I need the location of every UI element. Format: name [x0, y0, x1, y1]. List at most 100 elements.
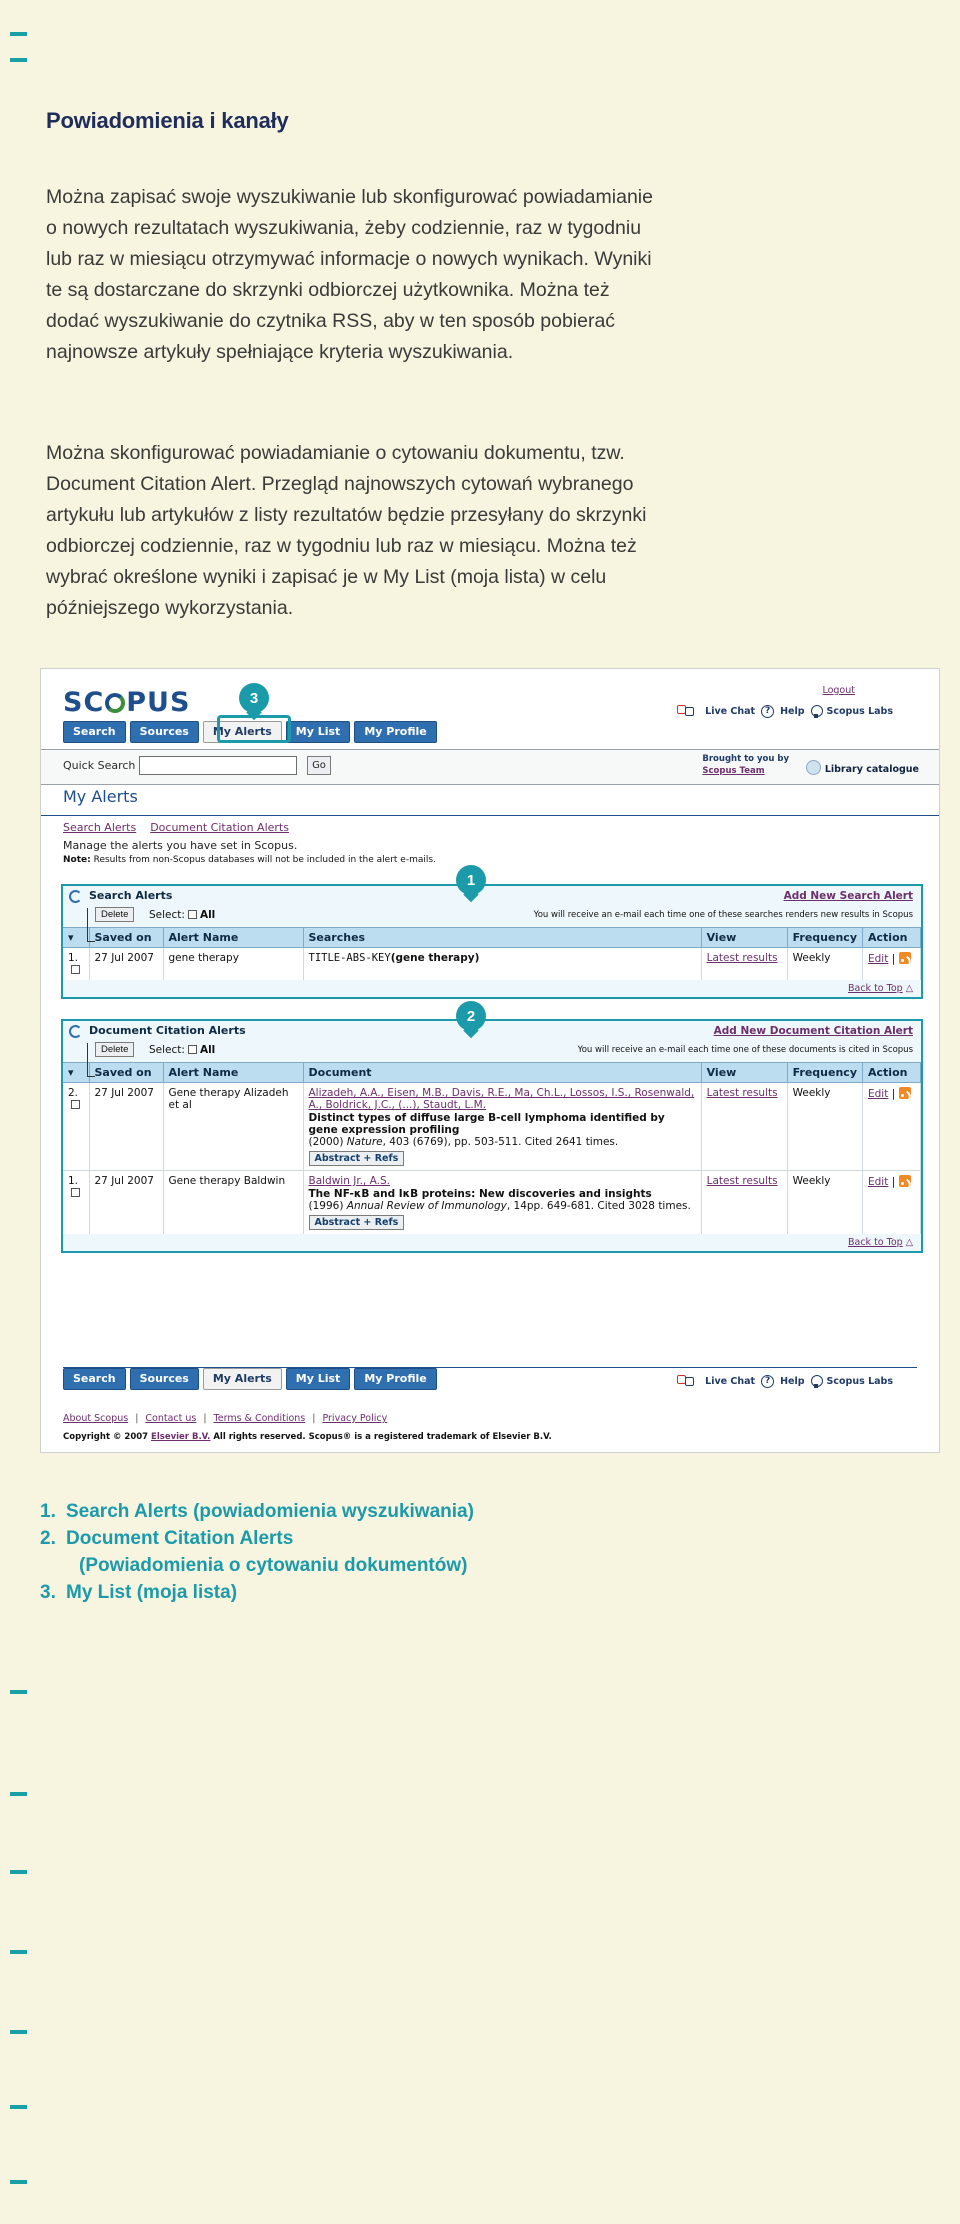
col-frequency[interactable]: Frequency	[786, 927, 864, 948]
tab-my-profile[interactable]: My Profile	[354, 721, 437, 743]
row-checkbox[interactable]	[71, 965, 80, 974]
latest-results-link[interactable]: Latest results	[707, 1175, 778, 1187]
tab-sources[interactable]: Sources	[129, 721, 199, 743]
subnav-search-alerts[interactable]: Search Alerts	[63, 821, 136, 834]
cell-frequency: Weekly	[786, 1082, 864, 1171]
cell-alert-name: Gene therapy Baldwin	[162, 1170, 304, 1234]
col-document[interactable]: Document	[302, 1062, 702, 1083]
citation-alerts-panel-title: Document Citation Alerts Add New Documen…	[63, 1021, 921, 1041]
logout-link[interactable]: Logout	[822, 685, 855, 696]
footer-link-about-scopus[interactable]: About Scopus	[63, 1413, 128, 1424]
document-source: (2000) Nature, 403 (6769), pp. 503-511. …	[308, 1136, 619, 1148]
table-row: 1. 27 Jul 2007 Gene therapy Baldwin Bald…	[63, 1170, 921, 1234]
edit-link[interactable]: Edit	[868, 953, 888, 965]
col-alert-name[interactable]: Alert Name	[162, 1062, 304, 1083]
document-title: The NF-κB and IκB proteins: New discover…	[308, 1188, 652, 1200]
footer-tab-sources[interactable]: Sources	[129, 1368, 199, 1390]
intro-paragraph-1: Można zapisać swoje wyszukiwanie lub sko…	[46, 186, 653, 363]
tab-my-list[interactable]: My List	[285, 721, 351, 743]
col-sort-handle[interactable]: ▾	[63, 1062, 90, 1083]
footer-link-privacy[interactable]: Privacy Policy	[322, 1413, 387, 1424]
col-saved-on[interactable]: Saved on	[88, 927, 164, 948]
rss-feed-icon[interactable]	[898, 952, 911, 964]
quick-search-input[interactable]	[139, 756, 297, 775]
copyright-text: Copyright © 2007 Elsevier B.V. All right…	[63, 1432, 552, 1442]
cell-alert-name: gene therapy	[162, 947, 304, 980]
footer-link-terms[interactable]: Terms & Conditions	[214, 1413, 306, 1424]
scopus-team-link[interactable]: Scopus Team	[702, 766, 764, 776]
select-all-checkbox[interactable]	[187, 910, 197, 919]
author-links[interactable]: Baldwin Jr., A.S.	[309, 1175, 391, 1187]
select-all-citation-alerts[interactable]: Select: All	[149, 1044, 215, 1056]
help-question-icon: ?	[761, 705, 775, 718]
cell-saved-on: 27 Jul 2007	[88, 1082, 164, 1171]
footer-utility-links: Live Chat ? Help Scopus Labs	[677, 1375, 893, 1388]
document-source: (1996) Annual Review of Immunology, 14pp…	[308, 1200, 691, 1212]
col-view[interactable]: View	[700, 927, 788, 948]
list-item: 1. Search Alerts (powiadomienia wyszukiwa…	[40, 1501, 474, 1522]
select-all-search-alerts[interactable]: Select: All	[149, 909, 215, 921]
col-action[interactable]: Action	[862, 927, 921, 948]
page-root: Powiadomienia i kanały Można zapisać swo…	[0, 0, 960, 2224]
scopus-labs-label[interactable]: Scopus Labs	[827, 706, 893, 717]
decor-dash	[10, 58, 27, 62]
library-catalogue[interactable]: Library catalogue	[805, 760, 919, 775]
elsevier-link[interactable]: Elsevier B.V.	[151, 1432, 210, 1442]
footer-tab-my-list[interactable]: My List	[285, 1368, 351, 1390]
select-all-checkbox[interactable]	[187, 1045, 197, 1054]
col-action[interactable]: Action	[862, 1062, 921, 1083]
help-label[interactable]: Help	[780, 706, 804, 717]
cell-searches: TITLE-ABS-KEY(gene therapy)	[302, 947, 702, 980]
scopus-labs-label[interactable]: Scopus Labs	[827, 1376, 893, 1387]
edit-link[interactable]: Edit	[868, 1176, 888, 1188]
row-index: 1.	[63, 1170, 90, 1234]
help-question-icon: ?	[761, 1375, 775, 1388]
rss-feed-icon[interactable]	[898, 1087, 911, 1099]
scopus-logo-o-icon	[105, 693, 126, 713]
cell-saved-on: 27 Jul 2007	[88, 1170, 164, 1234]
rss-feed-icon[interactable]	[898, 1175, 911, 1187]
edit-link[interactable]: Edit	[868, 1088, 888, 1100]
cell-action: Edit |	[862, 1170, 921, 1234]
list-item: 2. Document Citation Alerts (Powiadomienia…	[40, 1528, 468, 1576]
delete-search-alert-button[interactable]: Delete	[95, 907, 135, 922]
row-checkbox[interactable]	[71, 1100, 80, 1109]
citation-alerts-controls: Delete Select: All You will receive an e-…	[63, 1041, 921, 1077]
page-title: Powiadomienia i kanały	[46, 108, 289, 133]
cell-document: Alizadeh, A.A., Eisen, M.B., Davis, R.E.…	[302, 1082, 702, 1171]
col-alert-name[interactable]: Alert Name	[162, 927, 304, 948]
abstract-refs-button[interactable]: Abstract + Refs	[308, 1151, 405, 1166]
abstract-refs-button[interactable]: Abstract + Refs	[308, 1215, 405, 1230]
help-label[interactable]: Help	[780, 1376, 804, 1387]
note-text: Results from non-Scopus databases will n…	[93, 855, 436, 865]
row-checkbox[interactable]	[71, 1188, 80, 1197]
search-alerts-controls: Delete Select: All You will receive an e-…	[63, 906, 921, 942]
add-new-document-citation-alert-link[interactable]: Add New Document Citation Alert	[714, 1025, 913, 1037]
col-saved-on[interactable]: Saved on	[88, 1062, 164, 1083]
footer-tab-search[interactable]: Search	[63, 1368, 126, 1390]
col-view[interactable]: View	[700, 1062, 788, 1083]
cell-view: Latest results	[700, 1082, 788, 1171]
latest-results-link[interactable]: Latest results	[707, 1087, 778, 1099]
quick-search-go-button[interactable]: Go	[307, 756, 331, 775]
add-new-search-alert-link[interactable]: Add New Search Alert	[784, 890, 913, 902]
col-frequency[interactable]: Frequency	[786, 1062, 864, 1083]
citation-alerts-back-to-top[interactable]: Back to Top △	[63, 1234, 921, 1251]
live-chat-label[interactable]: Live Chat	[705, 706, 755, 717]
subnav-document-citation-alerts[interactable]: Document Citation Alerts	[150, 821, 289, 834]
delete-citation-alert-button[interactable]: Delete	[95, 1042, 135, 1057]
callout-badge-1: 1	[456, 865, 486, 895]
col-sort-handle[interactable]: ▾	[63, 927, 90, 948]
col-searches[interactable]: Searches	[302, 927, 702, 948]
cell-frequency: Weekly	[786, 1170, 864, 1234]
footer-link-contact-us[interactable]: Contact us	[145, 1413, 196, 1424]
author-links[interactable]: Alizadeh, A.A., Eisen, M.B., Davis, R.E.…	[309, 1087, 695, 1111]
latest-results-link[interactable]: Latest results	[707, 952, 778, 964]
search-alerts-back-to-top[interactable]: Back to Top △	[63, 980, 921, 997]
footer-tab-my-alerts[interactable]: My Alerts	[202, 1368, 282, 1390]
footer-tab-my-profile[interactable]: My Profile	[354, 1368, 437, 1390]
quick-search-label: Quick Search	[63, 759, 136, 772]
decor-dash	[10, 1792, 27, 1796]
live-chat-label[interactable]: Live Chat	[705, 1376, 755, 1387]
tab-search[interactable]: Search	[63, 721, 126, 743]
